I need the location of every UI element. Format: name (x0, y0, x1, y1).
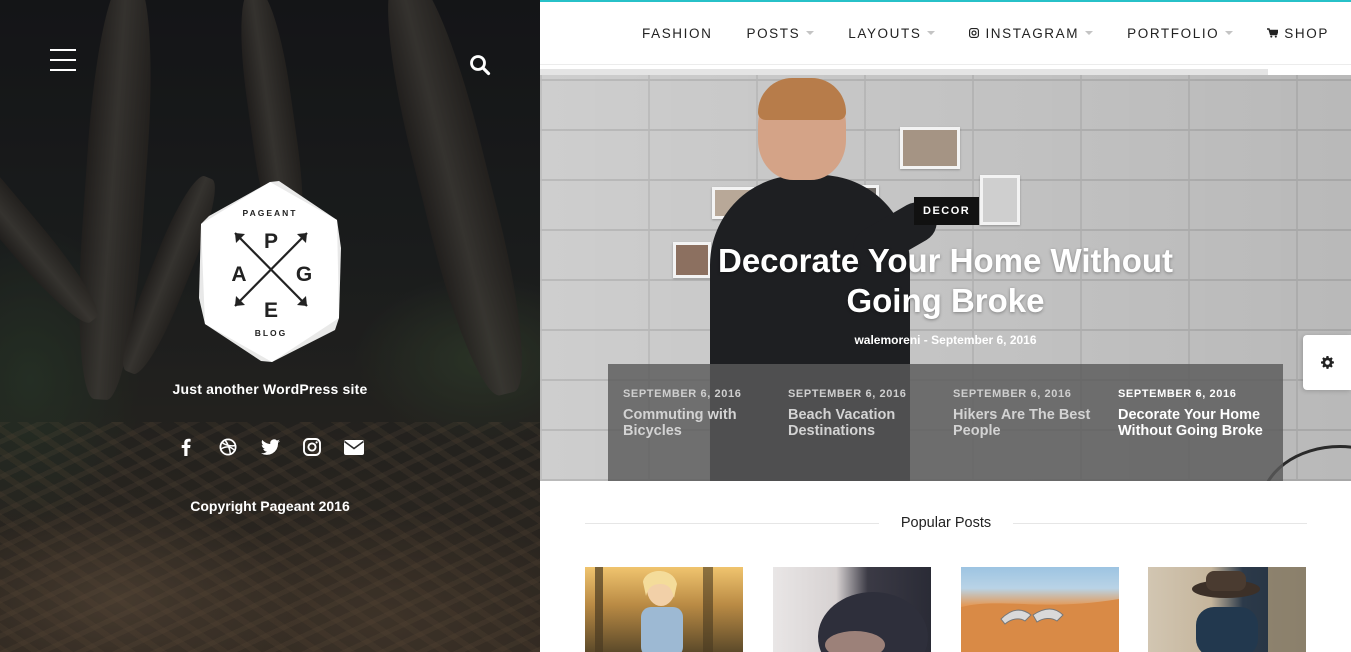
chevron-down-icon (1085, 31, 1094, 35)
chevron-down-icon (806, 31, 815, 35)
popular-posts-heading: Popular Posts (585, 512, 1307, 534)
facebook-icon[interactable] (176, 437, 196, 457)
wall-photo (980, 175, 1020, 225)
envelope-icon[interactable] (344, 437, 364, 457)
logo-letter: G (296, 263, 312, 286)
popular-post-thumbnail[interactable] (773, 567, 931, 652)
settings-gear-button[interactable] (1303, 335, 1351, 390)
sidebar-panel: PAGEANT P A G E BLOG Just another WordPr… (0, 0, 540, 652)
logo-letter: E (264, 299, 278, 322)
nav-item-fashion[interactable]: FASHION (642, 26, 712, 41)
chevron-down-icon (927, 31, 936, 35)
logo-top-text: PAGEANT (243, 208, 298, 218)
logo-bottom-text: BLOG (255, 328, 288, 338)
gear-icon (1320, 356, 1334, 369)
popular-posts-list (585, 567, 1307, 652)
nav-item-instagram[interactable]: INSTAGRAM (969, 25, 1094, 41)
section-title: Popular Posts (900, 515, 992, 531)
nav-item-shop[interactable]: SHOP (1267, 26, 1329, 41)
slider-item[interactable]: SEPTEMBER 6, 2016 Hikers Are The Best Pe… (953, 388, 1118, 481)
slide-title: Beach Vacation Destinations (788, 407, 896, 439)
slide-date: SEPTEMBER 6, 2016 (623, 388, 742, 400)
chevron-down-icon (1225, 31, 1234, 35)
nav-label: PORTFOLIO (1127, 25, 1220, 41)
logo-letter: A (231, 263, 246, 286)
instagram-icon (969, 28, 980, 38)
nav-label: SHOP (1284, 25, 1329, 41)
menu-toggle-button[interactable] (50, 49, 76, 73)
slider-item[interactable]: SEPTEMBER 6, 2016 Commuting with Bicycle… (623, 388, 788, 481)
slide-date: SEPTEMBER 6, 2016 (953, 388, 1072, 400)
twitter-icon[interactable] (260, 437, 280, 457)
popular-post-thumbnail[interactable] (961, 567, 1119, 652)
slider-item[interactable]: SEPTEMBER 6, 2016 Beach Vacation Destina… (788, 388, 953, 481)
popular-post-thumbnail[interactable] (1148, 567, 1306, 652)
popular-post-thumbnail[interactable] (585, 567, 743, 652)
slide-title: Hikers Are The Best People (953, 407, 1091, 439)
site-logo[interactable]: PAGEANT P A G E BLOG (195, 178, 345, 364)
hero-title[interactable]: Decorate Your Home Without Going Broke (700, 241, 1191, 321)
copyright-text: Copyright Pageant 2016 (190, 498, 350, 514)
logo-letter: P (264, 230, 278, 253)
social-links (0, 437, 540, 457)
slider-item-active[interactable]: SEPTEMBER 6, 2016 Decorate Your Home Wit… (1118, 388, 1283, 481)
wall-photo (900, 127, 960, 169)
nav-item-layouts[interactable]: LAYOUTS (848, 25, 936, 41)
instagram-icon[interactable] (302, 437, 322, 457)
main-nav: FASHION POSTS LAYOUTS INSTAGRAM PORTFOLI… (540, 2, 1351, 65)
dribbble-icon[interactable] (218, 437, 238, 457)
slide-title: Decorate Your Home Without Going Broke (1118, 407, 1263, 439)
nav-label: INSTAGRAM (985, 25, 1080, 41)
nav-item-posts[interactable]: POSTS (746, 25, 815, 41)
site-tagline: Just another WordPress site (172, 381, 368, 397)
nav-label: POSTS (746, 25, 801, 41)
cart-icon (1267, 28, 1279, 38)
hero-meta: walemoreni - September 6, 2016 (854, 333, 1037, 347)
slide-date: SEPTEMBER 6, 2016 (788, 388, 907, 400)
category-badge[interactable]: DECOR (914, 197, 980, 225)
search-icon[interactable] (469, 54, 491, 76)
slider-thumbnails: SEPTEMBER 6, 2016 Commuting with Bicycle… (608, 364, 1283, 481)
nav-label: FASHION (642, 25, 713, 41)
divider (1013, 522, 1307, 524)
nav-item-portfolio[interactable]: PORTFOLIO (1127, 25, 1234, 41)
divider (585, 522, 879, 524)
hero-slider[interactable]: DECOR Decorate Your Home Without Going B… (540, 75, 1351, 481)
slide-date: SEPTEMBER 6, 2016 (1118, 388, 1237, 400)
slide-title: Commuting with Bicycles (623, 407, 737, 439)
nav-label: LAYOUTS (848, 25, 922, 41)
